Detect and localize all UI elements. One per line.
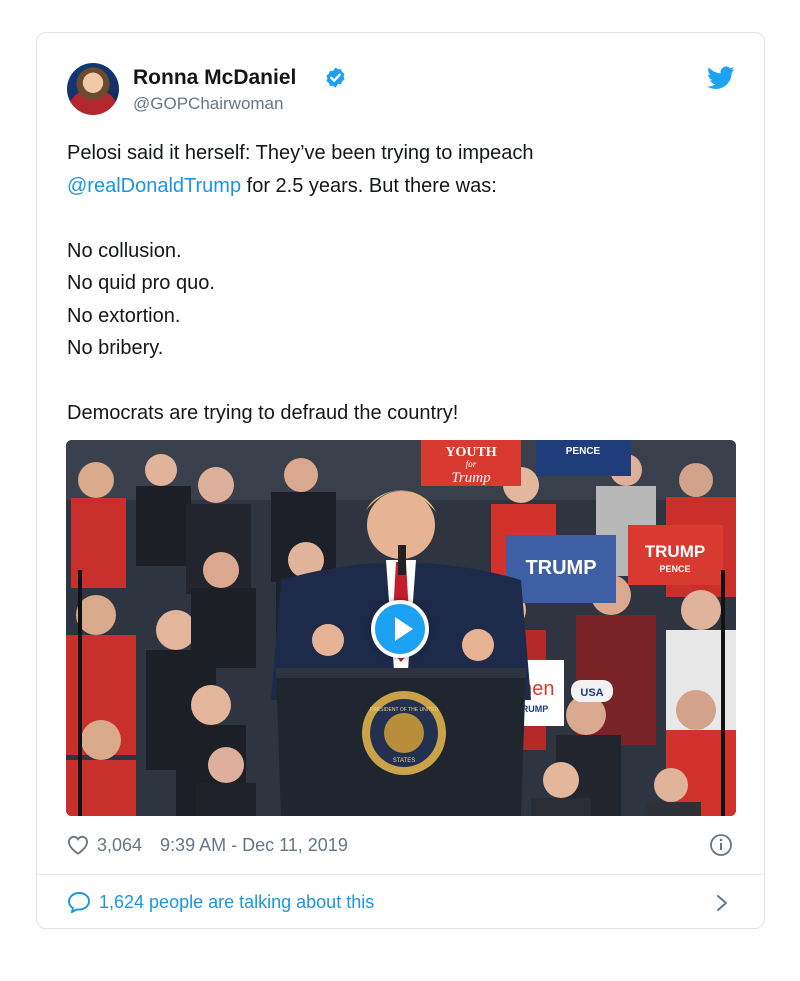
chevron-right-icon[interactable] xyxy=(715,893,729,913)
talking-count-text[interactable]: 1,624 people are talking about this xyxy=(99,892,374,913)
list-item-bribery: No bribery. xyxy=(67,337,164,359)
list-item-extortion: No extortion. xyxy=(67,304,181,327)
user-handle[interactable]: @GOPChairwoman xyxy=(133,94,283,114)
conversation-link[interactable]: 1,624 people are talking about this xyxy=(67,891,374,913)
sign-pence-red-text: PENCE xyxy=(659,564,690,574)
speech-bubble-icon xyxy=(68,892,90,913)
play-button[interactable] xyxy=(371,600,429,658)
sign-trump-text: TRUMP xyxy=(525,557,596,579)
verified-badge-icon xyxy=(326,67,345,88)
sign-trump-red-text: TRUMP xyxy=(645,542,705,561)
avatar[interactable] xyxy=(67,63,119,115)
heart-icon[interactable] xyxy=(67,835,89,855)
display-name[interactable]: Ronna McDaniel xyxy=(133,66,296,90)
mention-link[interactable]: @realDonaldTrump xyxy=(67,175,241,197)
list-item-quid-pro-quo: No quid pro quo. xyxy=(67,272,215,294)
seal-top-text: PRESIDENT OF THE UNITED xyxy=(370,707,439,713)
timestamp[interactable]: 9:39 AM - Dec 11, 2019 xyxy=(160,835,348,856)
tweet-meta: 3,064 9:39 AM - Dec 11, 2019 xyxy=(67,833,348,857)
sign-pence-text: PENCE xyxy=(566,446,601,457)
tweet-card: Ronna McDaniel @GOPChairwoman Pelosi sai… xyxy=(36,32,765,929)
tweet-line-2-rest: for 2.5 years. But there was: xyxy=(241,174,497,197)
divider xyxy=(37,874,764,875)
twitter-bird-icon[interactable] xyxy=(707,66,735,90)
video-player[interactable]: YOUTH for Trump PENCE TRUMP TRUMP PENCE … xyxy=(66,440,736,816)
sign-for-text: for xyxy=(466,459,477,469)
info-icon[interactable] xyxy=(709,833,733,857)
like-count[interactable]: 3,064 xyxy=(97,835,142,856)
tweet-text: Pelosi said it herself: They’ve been try… xyxy=(67,137,727,430)
sign-rump-text: RUMP xyxy=(522,704,549,714)
list-item-collusion: No collusion. xyxy=(67,239,182,262)
tweet-line-2: @realDonaldTrump for 2.5 years. But ther… xyxy=(67,170,727,203)
tweet-line-1: Pelosi said it herself: They’ve been try… xyxy=(67,142,534,164)
cap-usa-text: USA xyxy=(580,687,603,699)
sign-trump-italic-text: Trump xyxy=(451,470,491,486)
seal-bottom-text: STATES xyxy=(393,758,415,764)
tweet-closing: Democrats are trying to defraud the coun… xyxy=(67,402,459,424)
sign-youth-text: YOUTH xyxy=(445,445,496,460)
